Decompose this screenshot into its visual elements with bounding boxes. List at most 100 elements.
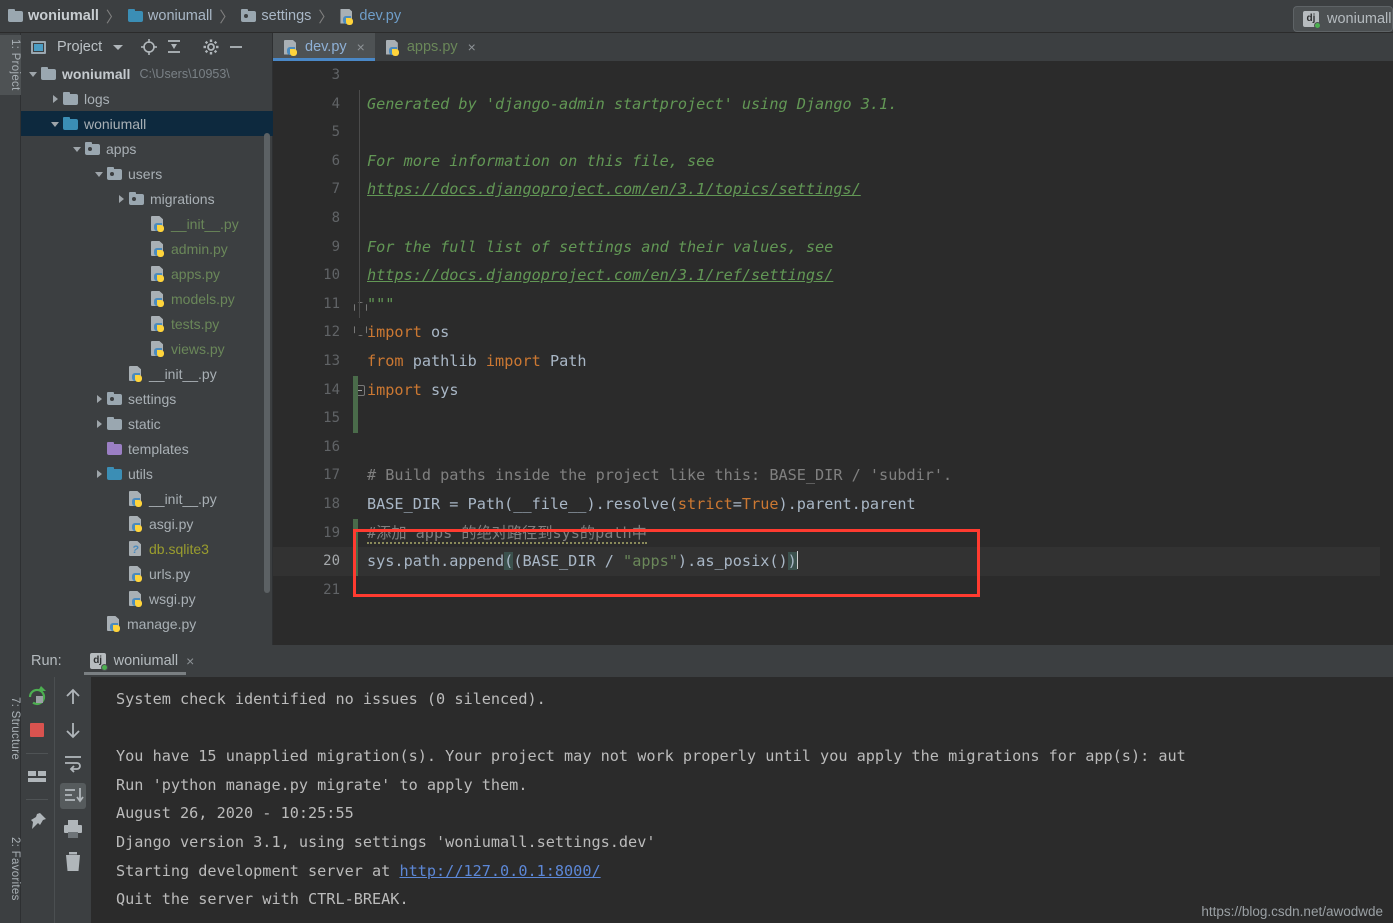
close-icon[interactable]: × [468, 39, 476, 55]
console-link[interactable]: http://127.0.0.1:8000/ [399, 862, 600, 880]
tree-item-wsgi-py[interactable]: wsgi.py [21, 586, 273, 611]
unknown-file-icon: ? [129, 541, 143, 556]
sidebar-tab-project[interactable]: 1: Project [0, 35, 21, 95]
tree-item---init---py[interactable]: __init__.py [21, 211, 273, 236]
code-editor[interactable]: 3 4 Generated by 'django-admin startprojec… [273, 61, 1393, 645]
run-panel-body: System check identified no issues (0 sil… [21, 677, 1393, 923]
code-line[interactable]: 18 BASE_DIR = Path(__file__).resolve(stri… [273, 490, 1393, 519]
locate-icon[interactable] [140, 38, 158, 56]
code-line[interactable]: 15 [273, 404, 1393, 433]
code-line[interactable]: 11 """ [273, 289, 1393, 319]
rerun-icon[interactable] [24, 684, 50, 710]
run-configuration-selector[interactable]: dj woniumall [1293, 6, 1393, 32]
code-line[interactable]: 5 [273, 118, 1393, 147]
breadcrumb-item-project[interactable]: woniumall [8, 8, 99, 24]
tree-item-admin-py[interactable]: admin.py [21, 236, 273, 261]
code-line[interactable]: 12 import os [273, 318, 1393, 347]
project-tool-window: Project woniumall C:\Users\10953\ logs woni… [21, 33, 273, 645]
tree-item-utils[interactable]: utils [21, 461, 273, 486]
run-console-output[interactable]: System check identified no issues (0 sil… [91, 677, 1393, 923]
code-text: BASE_DIR = Path(__file__).resolve(strict… [367, 494, 916, 513]
trash-icon[interactable] [60, 849, 86, 875]
code-line[interactable]: 7 https://docs.djangoproject.com/en/3.1/t… [273, 175, 1393, 204]
sidebar-tab-favorites[interactable]: 2: Favorites [0, 833, 21, 905]
code-line[interactable]: 19 #添加 apps 的绝对路径到sys的path中 [273, 518, 1393, 548]
tree-item-manage-py[interactable]: manage.py [21, 611, 273, 636]
chevron-down-icon[interactable] [93, 167, 107, 181]
vcs-change-marker [353, 518, 358, 548]
run-tab-woniumall[interactable]: dj woniumall × [83, 645, 201, 677]
close-icon[interactable]: × [186, 653, 194, 669]
tree-item-apps[interactable]: apps [21, 136, 273, 161]
tree-item-views-py[interactable]: views.py [21, 336, 273, 361]
code-line[interactable]: 13 from pathlib import Path [273, 347, 1393, 376]
code-line[interactable]: 8 [273, 203, 1393, 233]
pin-icon[interactable] [24, 809, 50, 835]
editor-scrollbar[interactable] [1380, 61, 1393, 645]
tree-item---init---py[interactable]: __init__.py [21, 486, 273, 511]
tree-item-templates[interactable]: templates [21, 436, 273, 461]
down-arrow-icon[interactable] [60, 717, 86, 743]
line-number: 14 [323, 381, 340, 398]
breadcrumb-item-file[interactable]: dev.py [340, 8, 401, 25]
chevron-right-icon[interactable] [49, 92, 63, 106]
chevron-right-icon[interactable] [93, 417, 107, 431]
tree-item-logs[interactable]: logs [21, 86, 273, 111]
chevron-right-icon[interactable] [115, 192, 129, 206]
tree-item-woniumall[interactable]: woniumall [21, 111, 273, 136]
tree-item-users[interactable]: users [21, 161, 273, 186]
tree-item-migrations[interactable]: migrations [21, 186, 273, 211]
close-icon[interactable]: × [357, 39, 365, 55]
tree-item-urls-py[interactable]: urls.py [21, 561, 273, 586]
tree-item-asgi-py[interactable]: asgi.py [21, 511, 273, 536]
stop-icon[interactable] [24, 717, 50, 743]
breadcrumb-item-settings[interactable]: settings [241, 8, 311, 24]
code-line[interactable]: 10 https://docs.djangoproject.com/en/3.1/… [273, 261, 1393, 290]
code-line[interactable]: 9 For the full list of settings and their… [273, 232, 1393, 262]
editor-tab-apps[interactable]: apps.py × [375, 33, 486, 61]
sidebar-tab-structure[interactable]: 7: Structure [0, 693, 21, 764]
breadcrumb-separator: 〉 [318, 8, 334, 26]
breadcrumb-item-package[interactable]: woniumall [127, 8, 212, 24]
code-line[interactable]: 14 import sys [273, 375, 1393, 405]
tree-item-woniumall[interactable]: woniumall C:\Users\10953\ [21, 61, 273, 86]
console-line: You have 15 unapplied migration(s). Your… [116, 747, 1186, 766]
tree-item-static[interactable]: static [21, 411, 273, 436]
chevron-down-icon[interactable] [71, 142, 85, 156]
code-line[interactable]: 20 sys.path.append((BASE_DIR / "apps").as… [273, 547, 1393, 576]
code-line[interactable]: 16 [273, 433, 1393, 462]
chevron-right-icon[interactable] [93, 467, 107, 481]
code-line[interactable]: 3 [273, 61, 1393, 90]
soft-wrap-icon[interactable] [60, 750, 86, 776]
code-line[interactable]: 21 [273, 576, 1393, 605]
gear-icon[interactable] [202, 38, 220, 56]
toolbar-divider [26, 799, 48, 800]
tree-item-models-py[interactable]: models.py [21, 286, 273, 311]
minimize-icon[interactable] [227, 38, 245, 56]
tree-item-db-sqlite3[interactable]: ? db.sqlite3 [21, 536, 273, 561]
run-tab-label: woniumall [113, 653, 179, 669]
chevron-down-icon[interactable] [113, 44, 124, 50]
scroll-end-icon[interactable] [59, 783, 86, 809]
editor-tab-dev[interactable]: dev.py × [273, 33, 375, 61]
code-line[interactable]: 17 # Build paths inside the project like … [273, 461, 1393, 490]
code-line[interactable]: 6 For more information on this file, see [273, 146, 1393, 176]
tree-item---init---py[interactable]: __init__.py [21, 361, 273, 386]
python-file-icon [107, 616, 121, 632]
layout-icon[interactable] [24, 763, 50, 789]
tree-item-settings[interactable]: settings [21, 386, 273, 411]
fold-marker-icon[interactable] [354, 324, 365, 335]
chevron-down-icon[interactable] [49, 117, 63, 131]
tree-item-label: apps.py [171, 265, 221, 282]
tree-item-tests-py[interactable]: tests.py [21, 311, 273, 336]
code-line[interactable]: 4 Generated by 'django-admin startproject… [273, 89, 1393, 119]
tree-item-apps-py[interactable]: apps.py [21, 261, 273, 286]
project-scrollbar[interactable] [264, 133, 270, 593]
collapse-all-icon[interactable] [165, 38, 183, 56]
chevron-down-icon[interactable] [27, 67, 41, 81]
print-icon[interactable] [60, 816, 86, 842]
tree-item-path: C:\Users\10953\ [139, 66, 230, 81]
project-tree[interactable]: woniumall C:\Users\10953\ logs woniumall app… [21, 61, 273, 645]
chevron-right-icon[interactable] [93, 392, 107, 406]
up-arrow-icon[interactable] [60, 684, 86, 710]
